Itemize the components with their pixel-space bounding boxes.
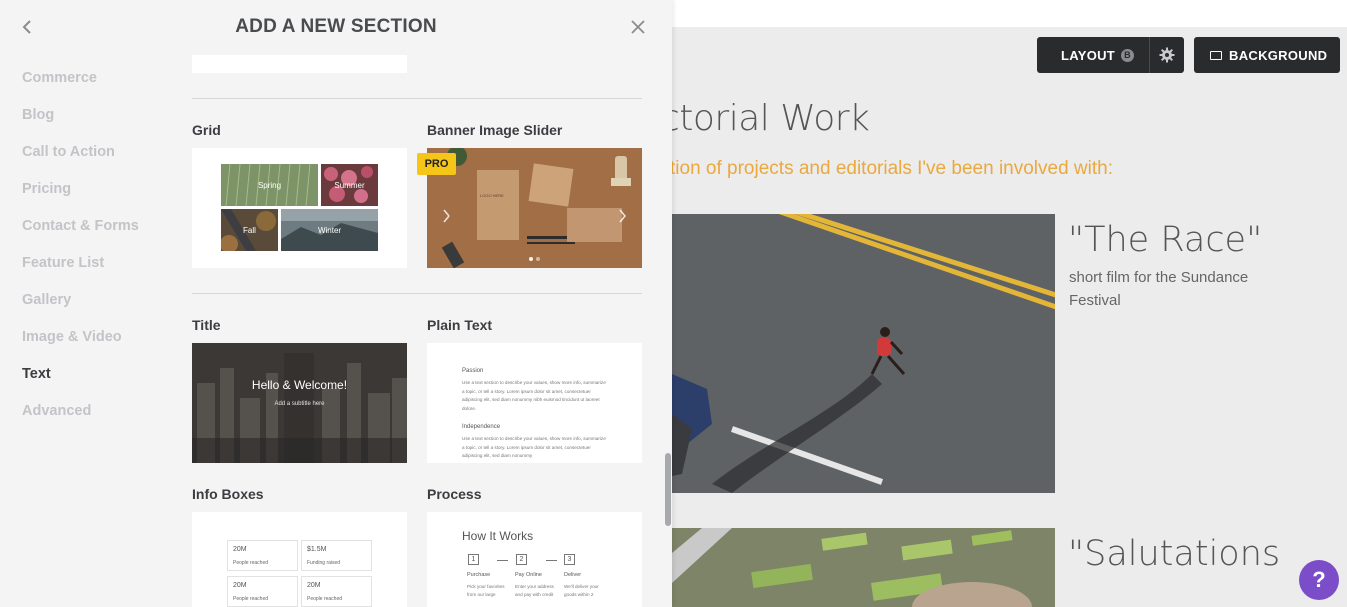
section-divider	[192, 293, 642, 294]
category-commerce[interactable]: Commerce	[22, 69, 139, 106]
panel-scrollbar[interactable]	[665, 453, 671, 526]
page-heading: ctorial Work	[672, 98, 870, 139]
page-subheading: tion of projects and editorials I've bee…	[672, 158, 1113, 179]
process-step-number: 3	[564, 554, 575, 565]
page-canvas: LAYOUT B BACKGROUND ctorial Work tion of…	[672, 0, 1347, 607]
gear-icon[interactable]	[1149, 37, 1184, 73]
info-box: 20M People reached	[227, 540, 298, 571]
section-divider	[192, 98, 642, 99]
process-step-text: We'll deliver your goods within 2	[564, 584, 599, 597]
info-box-caption: Funding raised	[307, 560, 341, 566]
thumbnail-grid[interactable]: Spring Summer Fall Winter	[192, 148, 407, 268]
layout-badge: B	[1121, 48, 1135, 62]
background-button[interactable]: BACKGROUND	[1194, 37, 1340, 73]
close-icon	[631, 20, 645, 34]
thumbnail-title[interactable]: Hello & Welcome! Add a subtitle here	[192, 343, 407, 463]
grid-tile-label: Spring	[257, 180, 282, 190]
panel-title: ADD A NEW SECTION	[235, 16, 437, 37]
thumbnail-banner-image-slider[interactable]: LOGO HERE	[427, 148, 642, 268]
section-label-grid: Grid	[192, 122, 221, 138]
work-image-salutations[interactable]	[672, 528, 1055, 607]
thumbnail-plain-text[interactable]: Passion Use a text section to describe y…	[427, 343, 642, 463]
info-box-value: 20M	[233, 546, 247, 553]
grid-tile: Winter	[281, 209, 378, 251]
background-label: BACKGROUND	[1229, 47, 1328, 63]
process-connector	[546, 560, 557, 561]
process-step-name: Purchase	[467, 572, 491, 578]
canvas-top-strip	[672, 0, 1347, 27]
category-advanced[interactable]: Advanced	[22, 402, 139, 439]
grid-tile-label: Summer	[334, 180, 365, 190]
process-heading: How It Works	[462, 529, 534, 543]
category-blog[interactable]: Blog	[22, 106, 139, 143]
panel-header: ADD A NEW SECTION	[0, 0, 672, 55]
close-button[interactable]	[629, 18, 647, 36]
section-gallery: Grid Spring Summer Fall Winter Banner Im…	[192, 55, 642, 607]
work-title-race: "The Race"	[1068, 220, 1263, 260]
grid-tile: Spring	[221, 164, 318, 206]
pro-badge: PRO	[417, 153, 456, 175]
process-connector	[497, 560, 508, 561]
info-box-value: 20M	[233, 582, 247, 589]
process-step-name: Pay Online	[515, 572, 542, 578]
grid-tile: Fall	[221, 209, 278, 251]
title-thumb-subtitle: Add a subtitle here	[274, 401, 325, 407]
info-box-value: 20M	[307, 582, 321, 589]
info-box: 20M People reached	[301, 576, 372, 607]
info-box: 20M People reached	[227, 576, 298, 607]
title-thumb-heading: Hello & Welcome!	[251, 378, 348, 392]
category-feature-list[interactable]: Feature List	[22, 254, 139, 291]
plain-text-heading: Independence	[462, 424, 501, 430]
category-gallery[interactable]: Gallery	[22, 291, 139, 328]
process-step-text: Enter your address and pay with credit	[515, 584, 554, 597]
category-pricing[interactable]: Pricing	[22, 180, 139, 217]
plain-text-paragraph: Use a text section to describe your valu…	[462, 436, 606, 458]
thumbnail-info-boxes[interactable]: 20M People reached $1.5M Funding raised …	[192, 512, 407, 607]
plain-text-paragraph: Use a text section to describe your valu…	[462, 380, 606, 411]
info-box-caption: People reached	[233, 560, 269, 566]
stamp-text: LOGO HERE	[480, 193, 504, 198]
process-step-name: Deliver	[564, 572, 582, 578]
info-box-caption: People reached	[307, 596, 343, 602]
category-call-to-action[interactable]: Call to Action	[22, 143, 139, 180]
category-contact-forms[interactable]: Contact & Forms	[22, 217, 139, 254]
work-description-race: short film for the Sundance Festival	[1069, 269, 1249, 309]
grid-tile-label: Fall	[243, 225, 256, 235]
section-label-title: Title	[192, 317, 221, 333]
plain-text-heading: Passion	[462, 368, 484, 374]
thumbnail-process[interactable]: How It Works 1 2 3 Purchase Pay Online D…	[427, 512, 642, 607]
process-step-number: 2	[516, 554, 527, 565]
layout-label: LAYOUT	[1061, 47, 1116, 63]
layout-button[interactable]: LAYOUT B	[1037, 37, 1184, 73]
section-label-process: Process	[427, 486, 482, 502]
section-label-banner-image-slider: Banner Image Slider	[427, 122, 563, 138]
info-box-caption: People reached	[233, 596, 269, 602]
help-button[interactable]: ?	[1299, 560, 1339, 600]
category-list: Commerce Blog Call to Action Pricing Con…	[22, 69, 139, 439]
section-label-plain-text: Plain Text	[427, 317, 493, 333]
process-step-number: 1	[468, 554, 479, 565]
info-box-value: $1.5M	[307, 546, 327, 553]
category-text[interactable]: Text	[22, 365, 139, 402]
work-image-race[interactable]	[672, 214, 1055, 493]
category-image-video[interactable]: Image & Video	[22, 328, 139, 365]
grid-tile: Summer	[321, 164, 378, 206]
add-section-panel: ADD A NEW SECTION Commerce Blog Call to …	[0, 0, 672, 607]
previous-thumbnail[interactable]	[192, 55, 407, 73]
info-box: $1.5M Funding raised	[301, 540, 372, 571]
grid-tile-label: Winter	[317, 225, 342, 235]
image-icon	[1210, 50, 1222, 60]
section-label-info-boxes: Info Boxes	[192, 486, 264, 502]
process-step-text: Pick your favorites from our large	[467, 584, 505, 597]
work-title-salutations: "Salutations	[1068, 534, 1281, 574]
